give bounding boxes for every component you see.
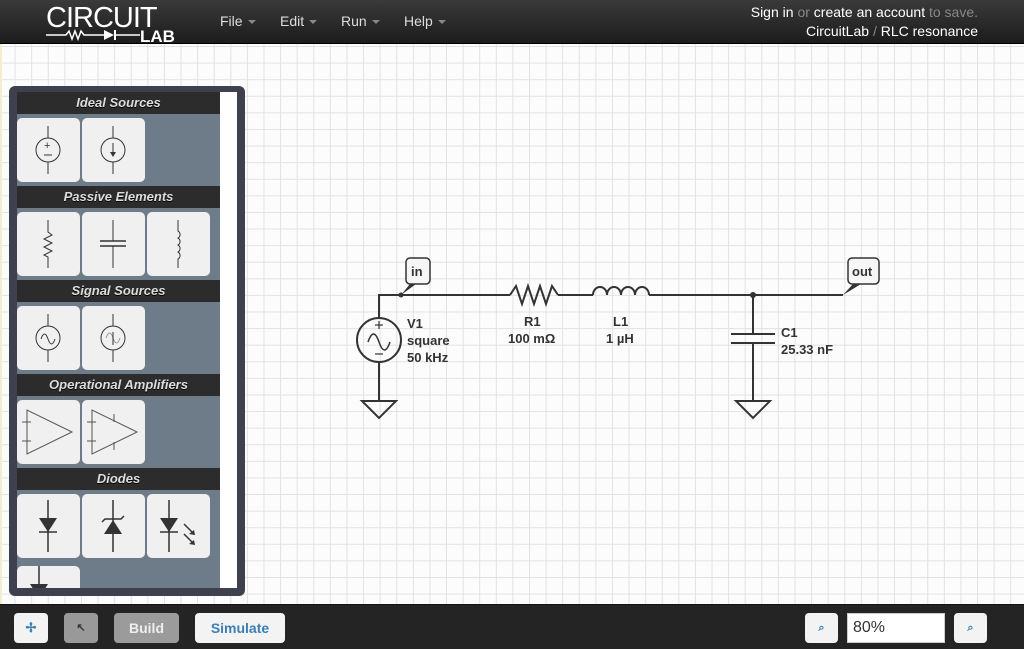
sign-in-link[interactable]: Sign in xyxy=(751,4,794,20)
or-text: or xyxy=(797,4,810,20)
opamp-powered-tile[interactable] xyxy=(82,400,145,464)
menu-edit[interactable]: Edit xyxy=(280,13,318,29)
sine-current-source-icon xyxy=(100,314,126,362)
opamp-icon xyxy=(22,409,74,455)
palette-scrollbar[interactable] xyxy=(220,92,237,588)
signal-voltage-source-tile[interactable] xyxy=(17,306,80,370)
zoom-out-button[interactable]: ⌕ xyxy=(805,613,838,643)
select-button[interactable]: ↖ xyxy=(64,613,98,643)
cursor-icon: ↖ xyxy=(76,622,86,634)
section-diodes: Diodes xyxy=(17,468,220,490)
diode-tile[interactable] xyxy=(17,494,80,558)
top-bar: CIRCUIT LAB File Edit Run Help Sign in o… xyxy=(0,0,1024,44)
create-account-link[interactable]: create an account xyxy=(814,4,925,20)
build-button[interactable]: Build xyxy=(114,613,179,643)
sine-voltage-source-icon xyxy=(35,314,61,362)
zener-diode-tile[interactable] xyxy=(82,494,145,558)
voltage-source-icon: + xyxy=(35,126,61,174)
signal-current-source-tile[interactable] xyxy=(82,306,145,370)
zener-diode-icon xyxy=(101,500,125,552)
caret-down-icon xyxy=(437,20,446,25)
component-palette: Ideal Sources + Passive Elements Signal … xyxy=(9,86,245,596)
resistor-icon xyxy=(42,220,54,268)
svg-text:LAB: LAB xyxy=(140,27,175,44)
pan-button[interactable]: ✢ xyxy=(14,613,48,643)
to-save-text: to save. xyxy=(928,4,978,20)
zoom-out-icon: ⌕ xyxy=(818,622,825,634)
move-icon: ✢ xyxy=(25,620,37,635)
capacitor-icon xyxy=(100,220,126,268)
section-ideal-sources: Ideal Sources xyxy=(17,92,220,114)
simulate-button[interactable]: Simulate xyxy=(195,613,285,643)
account-area: Sign in or create an account to save. Ci… xyxy=(751,4,978,39)
opamp-tile[interactable] xyxy=(17,400,80,464)
caret-down-icon xyxy=(371,20,380,25)
svg-text:+: + xyxy=(44,140,50,152)
caret-down-icon xyxy=(247,20,256,25)
inductor-icon xyxy=(176,220,181,268)
capacitor-tile[interactable] xyxy=(82,212,145,276)
zoom-in-button[interactable]: ⌕ xyxy=(954,613,987,643)
menu-help[interactable]: Help xyxy=(404,13,446,29)
breadcrumb: CircuitLab / RLC resonance xyxy=(806,23,978,39)
schottky-diode-tile[interactable] xyxy=(17,566,80,588)
menu-file[interactable]: File xyxy=(220,13,256,29)
section-passive-elements: Passive Elements xyxy=(17,186,220,208)
caret-down-icon xyxy=(309,20,318,25)
breadcrumb-site[interactable]: CircuitLab xyxy=(806,23,869,39)
led-tile[interactable] xyxy=(147,494,210,558)
current-source-tile[interactable] xyxy=(82,118,145,182)
menu-run[interactable]: Run xyxy=(341,13,380,29)
circuit-title[interactable]: RLC resonance xyxy=(881,23,978,39)
circuitlab-logo[interactable]: CIRCUIT LAB xyxy=(44,0,196,44)
schottky-diode-icon xyxy=(30,566,48,588)
opamp-powered-icon xyxy=(87,409,139,455)
inductor-tile[interactable] xyxy=(147,212,210,276)
voltage-source-tile[interactable]: + xyxy=(17,118,80,182)
zoom-in-icon: ⌕ xyxy=(967,622,974,634)
section-operational-amplifiers: Operational Amplifiers xyxy=(17,374,220,396)
led-icon xyxy=(160,500,195,552)
resistor-tile[interactable] xyxy=(17,212,80,276)
zoom-level-input[interactable]: 80% xyxy=(847,613,945,643)
diode-icon xyxy=(39,500,57,552)
bottom-toolbar: ✢ ↖ Build Simulate ⌕ 80% ⌕ xyxy=(0,604,1024,649)
current-source-icon xyxy=(100,126,126,174)
section-signal-sources: Signal Sources xyxy=(17,280,220,302)
